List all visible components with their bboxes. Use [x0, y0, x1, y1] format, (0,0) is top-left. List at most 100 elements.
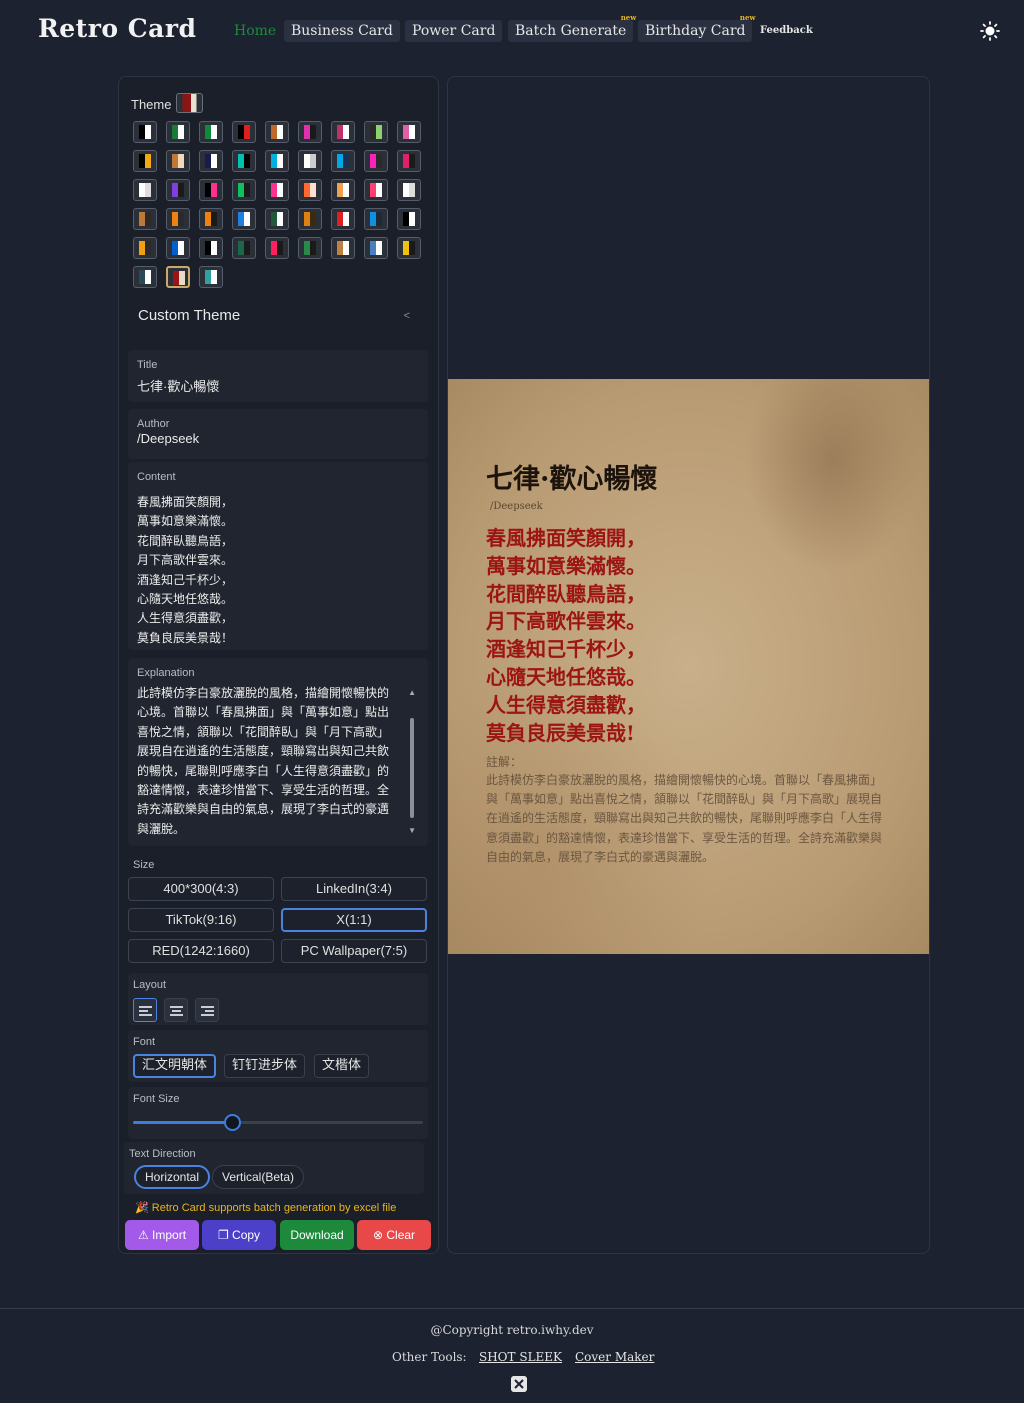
theme-swatch[interactable]: [298, 121, 322, 143]
scrollbar-thumb[interactable]: [410, 718, 414, 818]
font-size-slider-thumb[interactable]: [223, 1114, 241, 1131]
content-line: 春風拂面笑顏開，: [137, 495, 234, 509]
copy-button[interactable]: ❐ Copy: [202, 1220, 276, 1250]
align-center-icon[interactable]: [164, 998, 188, 1022]
theme-swatch[interactable]: [298, 208, 322, 230]
theme-swatch[interactable]: [331, 237, 355, 259]
theme-swatch[interactable]: [265, 237, 289, 259]
nav-home[interactable]: Home: [227, 20, 283, 42]
theme-swatch[interactable]: [133, 266, 157, 288]
theme-swatch[interactable]: [331, 179, 355, 201]
theme-swatch[interactable]: [265, 150, 289, 172]
size-option-red[interactable]: RED(1242:1660): [128, 939, 274, 963]
size-option-linkedin[interactable]: LinkedIn(3:4): [281, 877, 427, 901]
theme-swatch[interactable]: [298, 179, 322, 201]
new-badge: new: [620, 13, 637, 22]
nav-batch-generate[interactable]: Batch Generate new: [508, 14, 636, 42]
theme-swatch[interactable]: [331, 150, 355, 172]
theme-swatch[interactable]: [232, 121, 256, 143]
text-direction-label: Text Direction: [129, 1148, 196, 1160]
theme-swatch[interactable]: [199, 150, 223, 172]
theme-swatch[interactable]: [133, 150, 157, 172]
theme-swatch[interactable]: [199, 121, 223, 143]
theme-swatch[interactable]: [133, 208, 157, 230]
direction-vertical[interactable]: Vertical(Beta): [212, 1165, 305, 1189]
font-option-dingding[interactable]: 钉钉进步体: [224, 1054, 306, 1078]
theme-swatch[interactable]: [265, 121, 289, 143]
align-left-icon[interactable]: [133, 998, 157, 1022]
theme-swatch[interactable]: [265, 179, 289, 201]
theme-swatch[interactable]: [364, 208, 388, 230]
theme-swatch[interactable]: [397, 121, 421, 143]
size-option-x[interactable]: X(1:1): [281, 908, 427, 932]
theme-swatch[interactable]: [166, 121, 190, 143]
other-tools-label: Other Tools:: [392, 1350, 467, 1364]
theme-swatch[interactable]: [166, 208, 190, 230]
theme-swatch[interactable]: [232, 237, 256, 259]
theme-swatch[interactable]: [166, 237, 190, 259]
nav-feedback[interactable]: Feedback: [753, 20, 820, 42]
font-option-huiwen[interactable]: 汇文明朝体: [133, 1054, 217, 1078]
download-button[interactable]: Download: [280, 1220, 354, 1250]
theme-swatch[interactable]: [331, 208, 355, 230]
theme-swatch[interactable]: [166, 150, 190, 172]
theme-swatch[interactable]: [364, 150, 388, 172]
size-option-pc-wallpaper[interactable]: PC Wallpaper(7:5): [281, 939, 427, 963]
align-right-icon[interactable]: [195, 998, 219, 1022]
content-line: 人生得意須盡歡，: [137, 611, 234, 626]
theme-swatch[interactable]: [232, 179, 256, 201]
theme-swatch[interactable]: [199, 179, 223, 201]
explanation-textarea[interactable]: 此詩模仿李白豪放灑脫的風格，描繪開懷暢快的心境。首聯以「春風拂面」與「萬事如意」…: [137, 684, 397, 839]
theme-swatch[interactable]: [364, 121, 388, 143]
theme-swatch[interactable]: [364, 179, 388, 201]
theme-swatch[interactable]: [397, 150, 421, 172]
theme-swatch[interactable]: [364, 237, 388, 259]
theme-swatch[interactable]: [133, 121, 157, 143]
title-field[interactable]: Title 七律·歡心暢懷: [128, 350, 428, 402]
card-poem-line: 酒逢知己千杯少，: [486, 637, 646, 662]
theme-swatch[interactable]: [199, 208, 223, 230]
x-twitter-icon[interactable]: [511, 1376, 527, 1392]
size-option-tiktok[interactable]: TikTok(9:16): [128, 908, 274, 932]
scroll-up-icon[interactable]: ▲: [408, 688, 416, 697]
content-field[interactable]: Content 春風拂面笑顏開， 萬事如意樂滿懷。 花間醉臥聽鳥語， 月下高歌伴…: [128, 462, 428, 650]
theme-swatch[interactable]: [397, 208, 421, 230]
import-button[interactable]: ⚠︎ Import: [125, 1220, 199, 1250]
app-logo[interactable]: Retro Card: [38, 14, 197, 43]
theme-swatch[interactable]: [397, 237, 421, 259]
custom-theme-toggle[interactable]: Custom Theme <: [128, 298, 428, 334]
theme-swatch[interactable]: [166, 179, 190, 201]
content-label: Content: [137, 471, 176, 483]
explanation-field[interactable]: Explanation 此詩模仿李白豪放灑脫的風格，描繪開懷暢快的心境。首聯以「…: [128, 658, 428, 846]
size-option-4-3[interactable]: 400*300(4:3): [128, 877, 274, 901]
theme-swatch[interactable]: [331, 121, 355, 143]
nav-power-card[interactable]: Power Card: [405, 20, 503, 42]
font-option-wenkai[interactable]: 文楷体: [314, 1054, 370, 1078]
theme-swatch[interactable]: [133, 237, 157, 259]
clear-button[interactable]: ⊗ Clear: [357, 1220, 431, 1250]
content-textarea[interactable]: 春風拂面笑顏開， 萬事如意樂滿懷。 花間醉臥聽鳥語， 月下高歌伴雲來。 酒逢知己…: [137, 493, 233, 648]
theme-swatch[interactable]: [199, 266, 223, 288]
theme-swatch[interactable]: [298, 237, 322, 259]
theme-swatch[interactable]: [265, 208, 289, 230]
scroll-down-icon[interactable]: ▼: [408, 826, 416, 835]
sun-icon[interactable]: [980, 21, 1000, 41]
title-input[interactable]: 七律·歡心暢懷: [137, 376, 219, 395]
direction-horizontal[interactable]: Horizontal: [134, 1165, 211, 1189]
title-label: Title: [137, 359, 158, 371]
theme-swatch[interactable]: [232, 208, 256, 230]
nav-birthday-card[interactable]: Birthday Card new: [638, 14, 755, 42]
theme-swatch[interactable]: [133, 179, 157, 201]
nav-business-card[interactable]: Business Card: [284, 20, 400, 42]
theme-swatch[interactable]: [199, 237, 223, 259]
theme-swatch[interactable]: [232, 150, 256, 172]
theme-swatch[interactable]: [298, 150, 322, 172]
author-input[interactable]: /Deepseek: [137, 431, 199, 446]
link-cover-maker[interactable]: Cover Maker: [575, 1350, 654, 1364]
link-shot-sleek[interactable]: SHOT SLEEK: [479, 1350, 562, 1364]
theme-swatch[interactable]: [397, 179, 421, 201]
theme-label: Theme: [131, 97, 172, 112]
content-line: 花間醉臥聽鳥語，: [137, 533, 234, 548]
theme-swatch[interactable]: [166, 266, 190, 288]
author-field[interactable]: Author /Deepseek: [128, 409, 428, 459]
